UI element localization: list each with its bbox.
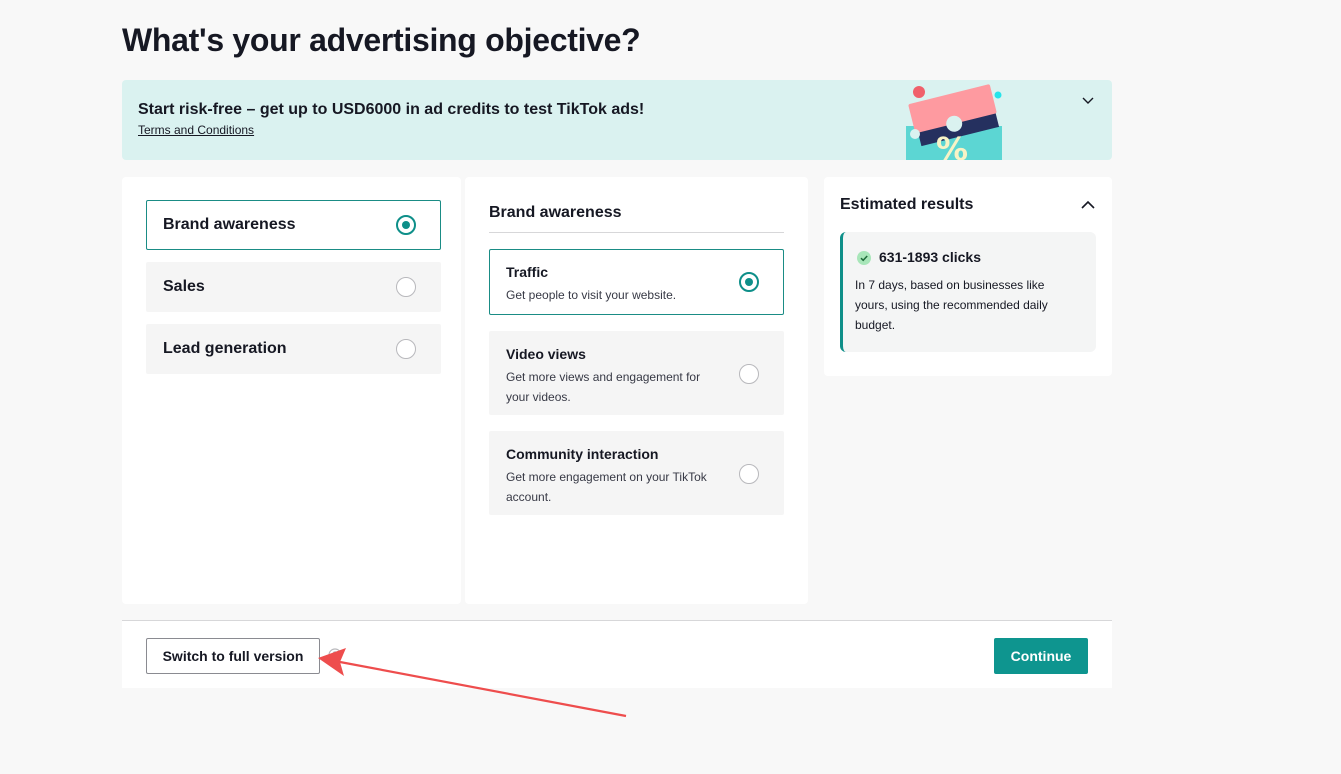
- sub-objectives-panel: Brand awareness Traffic Get people to vi…: [465, 177, 808, 604]
- banner-text: Start risk-free – get up to USD6000 in a…: [138, 101, 645, 118]
- radio-selected[interactable]: [739, 272, 759, 292]
- radio-selected[interactable]: [396, 215, 416, 235]
- estimated-clicks: 631-1893 clicks: [879, 249, 981, 265]
- page-title: What's your advertising objective?: [122, 22, 641, 58]
- objective-label: Sales: [163, 278, 205, 295]
- terms-link[interactable]: Terms and Conditions: [138, 123, 254, 137]
- option-title: Traffic: [506, 264, 549, 280]
- option-title: Video views: [506, 346, 586, 362]
- estimate-card: 631-1893 clicks In 7 days, based on busi…: [840, 232, 1096, 352]
- option-description: Get more views and engagement for your v…: [506, 370, 701, 404]
- footer-bar: Switch to full version Continue: [122, 620, 1112, 688]
- check-circle-icon: [857, 251, 871, 265]
- radio-unselected[interactable]: [739, 464, 759, 484]
- continue-button[interactable]: Continue: [994, 638, 1088, 674]
- objective-brand-awareness[interactable]: Brand awareness: [146, 200, 441, 250]
- option-video-views[interactable]: Video views Get more views and engagemen…: [489, 331, 784, 415]
- coupon-illustration-icon: %: [906, 84, 1002, 160]
- option-community-interaction[interactable]: Community interaction Get more engagemen…: [489, 431, 784, 515]
- option-title: Community interaction: [506, 446, 659, 462]
- option-description: Get people to visit your website.: [506, 288, 677, 302]
- objective-sales[interactable]: Sales: [146, 262, 441, 312]
- estimate-description: In 7 days, based on businesses like your…: [855, 278, 1048, 332]
- help-icon[interactable]: [328, 648, 342, 662]
- chevron-down-icon[interactable]: [1080, 92, 1096, 108]
- option-traffic[interactable]: Traffic Get people to visit your website…: [489, 249, 784, 315]
- chevron-up-icon[interactable]: [1080, 197, 1096, 213]
- radio-unselected[interactable]: [396, 339, 416, 359]
- radio-unselected[interactable]: [739, 364, 759, 384]
- objective-label: Brand awareness: [163, 216, 296, 233]
- divider: [489, 232, 784, 233]
- objective-lead-generation[interactable]: Lead generation: [146, 324, 441, 374]
- radio-unselected[interactable]: [396, 277, 416, 297]
- switch-to-full-version-button[interactable]: Switch to full version: [146, 638, 320, 674]
- sub-objectives-heading: Brand awareness: [489, 204, 622, 221]
- banner-percent-glyph: %: [936, 130, 968, 160]
- objective-label: Lead generation: [163, 340, 287, 357]
- estimated-results-title: Estimated results: [840, 196, 974, 213]
- promo-banner: Start risk-free – get up to USD6000 in a…: [122, 80, 1112, 160]
- estimated-results-panel: Estimated results 631-1893 clicks In 7 d…: [824, 177, 1112, 376]
- objectives-panel: Brand awareness Sales Lead generation: [122, 177, 461, 604]
- option-description: Get more engagement on your TikTok accou…: [506, 470, 707, 504]
